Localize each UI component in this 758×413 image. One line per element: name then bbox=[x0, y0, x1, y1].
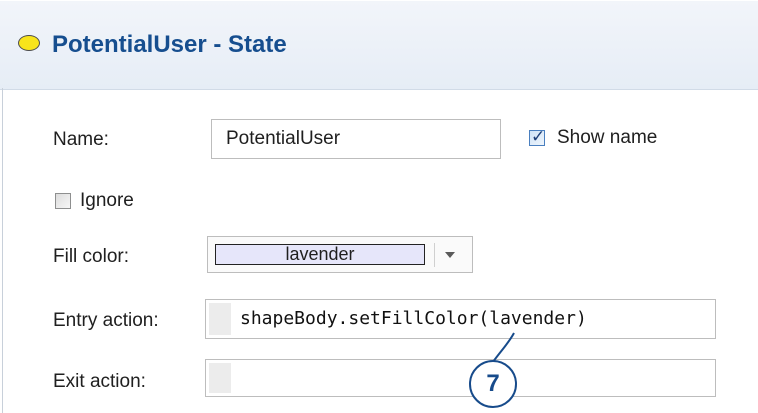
callout-number-badge: 7 bbox=[469, 360, 517, 408]
state-properties-panel: PotentialUser - State Name: PotentialUse… bbox=[0, 0, 758, 413]
callout-pointer bbox=[492, 332, 515, 363]
